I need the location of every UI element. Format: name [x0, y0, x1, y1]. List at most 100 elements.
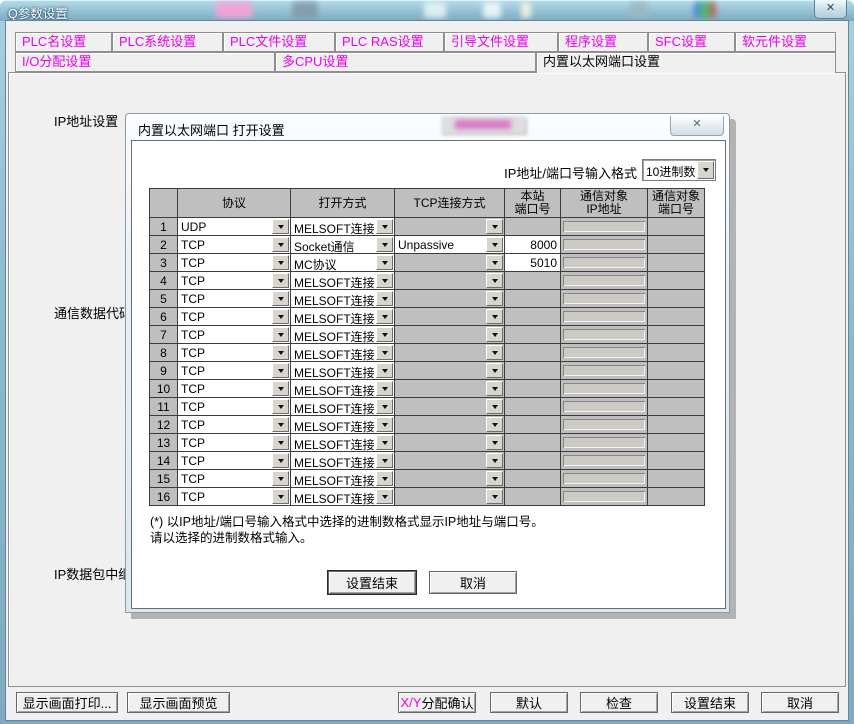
chevron-down-icon[interactable] [376, 219, 393, 234]
chevron-down-icon [486, 453, 503, 468]
dialog-cancel-button[interactable]: 取消 [429, 571, 517, 594]
protocol-select[interactable]: TCP [178, 452, 290, 469]
chevron-down-icon[interactable] [376, 309, 393, 324]
input-format-select[interactable]: 10进制数 [642, 159, 716, 181]
protocol-select[interactable]: TCP [178, 398, 290, 415]
dialog-finish-button[interactable]: 设置结束 [328, 571, 416, 594]
tab-builtin-ethernet[interactable]: 内置以太网端口设置 [536, 52, 836, 73]
protocol-select[interactable]: TCP [178, 272, 290, 289]
chevron-down-icon[interactable] [272, 327, 289, 342]
open-mode-select[interactable]: MC协议 [291, 254, 394, 271]
open-mode-select[interactable]: MELSOFT连接 [291, 362, 394, 379]
chevron-down-icon[interactable] [376, 435, 393, 450]
chevron-down-icon[interactable] [376, 417, 393, 432]
host-port-cell[interactable]: 5010 [505, 254, 561, 272]
chevron-down-icon[interactable] [272, 417, 289, 432]
protocol-select[interactable]: TCP [178, 380, 290, 397]
chevron-down-icon[interactable] [272, 471, 289, 486]
open-mode-select[interactable]: MELSOFT连接 [291, 416, 394, 433]
table-row: 1UDPMELSOFT连接 [150, 218, 705, 236]
chevron-down-icon[interactable] [376, 237, 393, 252]
finish-setting-button[interactable]: 设置结束 [671, 692, 749, 713]
tab-plc-file[interactable]: PLC文件设置 [223, 32, 335, 52]
chevron-down-icon[interactable] [272, 399, 289, 414]
protocol-select[interactable]: TCP [178, 236, 290, 253]
tab-device[interactable]: 软元件设置 [735, 32, 836, 52]
open-mode-select[interactable]: MELSOFT连接 [291, 308, 394, 325]
chevron-down-icon[interactable] [272, 219, 289, 234]
chevron-down-icon[interactable] [272, 273, 289, 288]
chevron-down-icon[interactable] [376, 327, 393, 342]
chevron-down-icon[interactable] [376, 363, 393, 378]
tab-sfc[interactable]: SFC设置 [648, 32, 735, 52]
chevron-down-icon[interactable] [272, 363, 289, 378]
chevron-down-icon[interactable] [272, 489, 289, 504]
tab-io-assignment[interactable]: I/O分配设置 [15, 52, 275, 72]
protocol-select[interactable]: TCP [178, 434, 290, 451]
chevron-down-icon[interactable] [272, 291, 289, 306]
protocol-select[interactable]: UDP [178, 218, 290, 235]
protocol-select[interactable]: TCP [178, 308, 290, 325]
dialog-close-icon[interactable]: ✕ [670, 116, 724, 136]
chevron-down-icon[interactable] [697, 161, 714, 179]
protocol-select[interactable]: TCP [178, 488, 290, 505]
protocol-select[interactable]: TCP [178, 470, 290, 487]
default-button[interactable]: 默认 [490, 692, 568, 713]
tab-plc-name[interactable]: PLC名设置 [15, 32, 112, 52]
cancel-button[interactable]: 取消 [761, 692, 839, 713]
open-mode-select[interactable]: MELSOFT连接 [291, 434, 394, 451]
chevron-down-icon[interactable] [376, 453, 393, 468]
chevron-down-icon[interactable] [272, 345, 289, 360]
chevron-down-icon[interactable] [272, 309, 289, 324]
protocol-select-value: TCP [181, 346, 205, 360]
window-close-icon[interactable]: ✕ [814, 0, 847, 19]
open-mode-select[interactable]: MELSOFT连接 [291, 380, 394, 397]
tcp-mode-select[interactable]: Unpassive [395, 236, 504, 253]
chevron-down-icon[interactable] [272, 255, 289, 270]
host-port-cell[interactable]: 8000 [505, 236, 561, 254]
protocol-select[interactable]: TCP [178, 416, 290, 433]
open-mode-cell: MELSOFT连接 [291, 326, 395, 344]
preview-screen-button[interactable]: 显示画面预览 [127, 692, 230, 713]
open-mode-select[interactable]: Socket通信 [291, 236, 394, 253]
chevron-down-icon[interactable] [272, 381, 289, 396]
tab-multi-cpu[interactable]: 多CPU设置 [275, 52, 536, 72]
open-mode-select[interactable]: MELSOFT连接 [291, 488, 394, 505]
chevron-down-icon[interactable] [376, 489, 393, 504]
tab-plc-ras[interactable]: PLC RAS设置 [335, 32, 444, 52]
tab-program[interactable]: 程序设置 [558, 32, 648, 52]
protocol-select[interactable]: TCP [178, 254, 290, 271]
chevron-down-icon[interactable] [272, 435, 289, 450]
chevron-down-icon[interactable] [376, 273, 393, 288]
open-mode-cell: MELSOFT连接 [291, 344, 395, 362]
target-ip-field [563, 455, 645, 466]
chevron-down-icon[interactable] [376, 345, 393, 360]
protocol-select[interactable]: TCP [178, 344, 290, 361]
open-mode-select[interactable]: MELSOFT连接 [291, 344, 394, 361]
chevron-down-icon[interactable] [272, 453, 289, 468]
protocol-select[interactable]: TCP [178, 326, 290, 343]
open-mode-select[interactable]: MELSOFT连接 [291, 398, 394, 415]
open-mode-select[interactable]: MELSOFT连接 [291, 290, 394, 307]
chevron-down-icon[interactable] [272, 237, 289, 252]
chevron-down-icon[interactable] [376, 381, 393, 396]
protocol-select[interactable]: TCP [178, 290, 290, 307]
open-mode-select[interactable]: MELSOFT连接 [291, 326, 394, 343]
tab-plc-system[interactable]: PLC系统设置 [112, 32, 223, 52]
target-port-cell [648, 218, 705, 236]
open-mode-select[interactable]: MELSOFT连接 [291, 218, 394, 235]
chevron-down-icon[interactable] [376, 471, 393, 486]
open-mode-select[interactable]: MELSOFT连接 [291, 272, 394, 289]
window-titlebar[interactable]: Q参数设置 ✕ [0, 0, 854, 21]
open-mode-select[interactable]: MELSOFT连接 [291, 452, 394, 469]
check-button[interactable]: 检查 [580, 692, 658, 713]
chevron-down-icon[interactable] [486, 237, 503, 252]
tab-boot-file[interactable]: 引导文件设置 [444, 32, 558, 52]
chevron-down-icon[interactable] [376, 255, 393, 270]
protocol-select[interactable]: TCP [178, 362, 290, 379]
chevron-down-icon[interactable] [376, 399, 393, 414]
open-mode-select[interactable]: MELSOFT连接 [291, 470, 394, 487]
xy-assignment-confirm-button[interactable]: X/Y分配确认 [398, 692, 476, 713]
chevron-down-icon[interactable] [376, 291, 393, 306]
print-screen-button[interactable]: 显示画面打印... [16, 692, 118, 713]
